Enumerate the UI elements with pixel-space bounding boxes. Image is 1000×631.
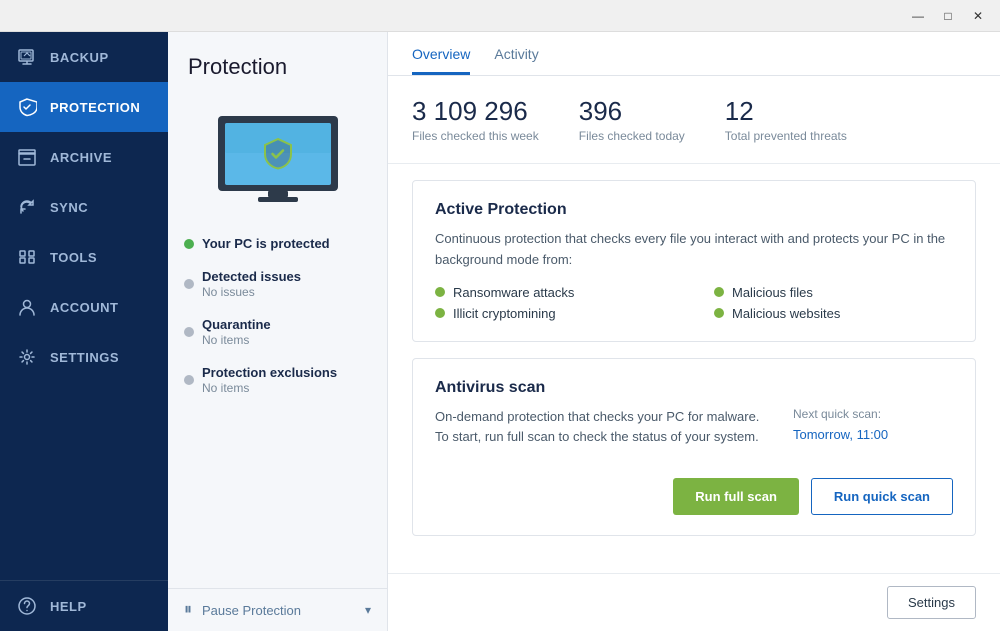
stat-files-week-label: Files checked this week — [412, 129, 539, 143]
minimize-button[interactable]: — — [904, 6, 932, 26]
antivirus-title: Antivirus scan — [435, 379, 953, 397]
status-section: Your PC is protected Detected issues No … — [168, 236, 387, 395]
status-exclusions[interactable]: Protection exclusions No items — [184, 365, 371, 395]
antivirus-content: On-demand protection that checks your PC… — [435, 407, 953, 463]
app-body: BACKUP PROTECTION ARCHIVE — [0, 32, 1000, 631]
feature-malicious-files-label: Malicious files — [732, 285, 813, 300]
sidebar-item-backup[interactable]: BACKUP — [0, 32, 168, 82]
antivirus-scan-card: Antivirus scan On-demand protection that… — [412, 358, 976, 537]
stat-prevented: 12 Total prevented threats — [725, 96, 847, 143]
status-exclusions-text: Protection exclusions No items — [202, 365, 337, 395]
feature-dot-malicious-websites — [714, 308, 724, 318]
window-controls: — □ ✕ — [904, 6, 992, 26]
status-quarantine[interactable]: Quarantine No items — [184, 317, 371, 347]
backup-icon — [16, 46, 38, 68]
sidebar-item-tools[interactable]: TOOLS — [0, 232, 168, 282]
chevron-down-icon: ▾ — [365, 603, 371, 617]
account-icon — [16, 296, 38, 318]
page-title: Protection — [168, 32, 387, 96]
title-bar: — □ ✕ — [0, 0, 1000, 32]
sidebar-item-archive-label: ARCHIVE — [50, 150, 152, 165]
close-button[interactable]: ✕ — [964, 6, 992, 26]
feature-dot-cryptomining — [435, 308, 445, 318]
main-content: Protection — [168, 32, 1000, 631]
stats-row: 3 109 296 Files checked this week 396 Fi… — [388, 76, 1000, 164]
next-scan-label: Next quick scan: — [793, 407, 881, 421]
status-quarantine-text: Quarantine No items — [202, 317, 271, 347]
status-detected-issues[interactable]: Detected issues No issues — [184, 269, 371, 299]
features-grid: Ransomware attacks Malicious files Illic… — [435, 285, 953, 321]
protection-icon — [16, 96, 38, 118]
sidebar-item-settings[interactable]: SETTINGS — [0, 332, 168, 382]
archive-icon — [16, 146, 38, 168]
stat-files-today-value: 396 — [579, 96, 685, 127]
stat-files-week-value: 3 109 296 — [412, 96, 539, 127]
antivirus-desc: On-demand protection that checks your PC… — [435, 407, 769, 449]
pc-image — [168, 96, 387, 236]
feature-malicious-files: Malicious files — [714, 285, 953, 300]
settings-btn-area: Settings — [388, 573, 1000, 631]
sync-icon — [16, 196, 38, 218]
status-dot-green — [184, 239, 194, 249]
status-dot-gray-2 — [184, 327, 194, 337]
maximize-button[interactable]: □ — [934, 6, 962, 26]
sidebar-item-help[interactable]: HELP — [0, 581, 168, 631]
stat-files-today-label: Files checked today — [579, 129, 685, 143]
feature-dot-malicious-files — [714, 287, 724, 297]
sidebar-item-protection[interactable]: PROTECTION — [0, 82, 168, 132]
left-panel: Protection — [168, 32, 388, 631]
stat-prevented-value: 12 — [725, 96, 847, 127]
pause-protection-button[interactable]: ⏸ Pause Protection ▾ — [168, 588, 387, 631]
sidebar: BACKUP PROTECTION ARCHIVE — [0, 32, 168, 631]
feature-malicious-websites-label: Malicious websites — [732, 306, 840, 321]
status-detected-text: Detected issues No issues — [202, 269, 301, 299]
sidebar-item-settings-label: SETTINGS — [50, 350, 152, 365]
sidebar-item-archive[interactable]: ARCHIVE — [0, 132, 168, 182]
feature-cryptomining: Illicit cryptomining — [435, 306, 674, 321]
stat-files-week: 3 109 296 Files checked this week — [412, 96, 539, 143]
tab-activity[interactable]: Activity — [494, 32, 538, 75]
cards-area: Active Protection Continuous protection … — [388, 164, 1000, 552]
run-quick-scan-button[interactable]: Run quick scan — [811, 478, 953, 515]
settings-icon — [16, 346, 38, 368]
scan-buttons: Run full scan Run quick scan — [435, 478, 953, 515]
run-full-scan-button[interactable]: Run full scan — [673, 478, 799, 515]
active-protection-card: Active Protection Continuous protection … — [412, 180, 976, 342]
pause-icon: ⏸ — [184, 601, 192, 619]
sidebar-item-account-label: ACCOUNT — [50, 300, 152, 315]
pause-label: Pause Protection — [202, 603, 355, 618]
stat-prevented-label: Total prevented threats — [725, 129, 847, 143]
active-protection-desc: Continuous protection that checks every … — [435, 229, 953, 271]
sidebar-item-help-label: HELP — [50, 599, 152, 614]
sidebar-item-backup-label: BACKUP — [50, 50, 152, 65]
feature-ransomware-label: Ransomware attacks — [453, 285, 574, 300]
feature-ransomware: Ransomware attacks — [435, 285, 674, 300]
feature-malicious-websites: Malicious websites — [714, 306, 953, 321]
tabs: Overview Activity — [388, 32, 1000, 76]
sidebar-item-sync-label: SYNC — [50, 200, 152, 215]
sidebar-item-sync[interactable]: SYNC — [0, 182, 168, 232]
sidebar-item-protection-label: PROTECTION — [50, 100, 152, 115]
status-protected[interactable]: Your PC is protected — [184, 236, 371, 251]
tab-overview[interactable]: Overview — [412, 32, 470, 75]
right-panel: Overview Activity 3 109 296 Files checke… — [388, 32, 1000, 631]
antivirus-scan-col: Next quick scan: Tomorrow, 11:00 — [793, 407, 953, 442]
status-dot-gray-3 — [184, 375, 194, 385]
help-icon — [16, 595, 38, 617]
settings-button[interactable]: Settings — [887, 586, 976, 619]
feature-dot-ransomware — [435, 287, 445, 297]
feature-cryptomining-label: Illicit cryptomining — [453, 306, 556, 321]
status-protected-text: Your PC is protected — [202, 236, 330, 251]
sidebar-item-account[interactable]: ACCOUNT — [0, 282, 168, 332]
sidebar-bottom: HELP — [0, 580, 168, 631]
antivirus-desc-col: On-demand protection that checks your PC… — [435, 407, 769, 463]
stat-files-today: 396 Files checked today — [579, 96, 685, 143]
status-dot-gray-1 — [184, 279, 194, 289]
sidebar-item-tools-label: TOOLS — [50, 250, 152, 265]
tools-icon — [16, 246, 38, 268]
active-protection-title: Active Protection — [435, 201, 953, 219]
next-scan-time: Tomorrow, 11:00 — [793, 427, 888, 442]
